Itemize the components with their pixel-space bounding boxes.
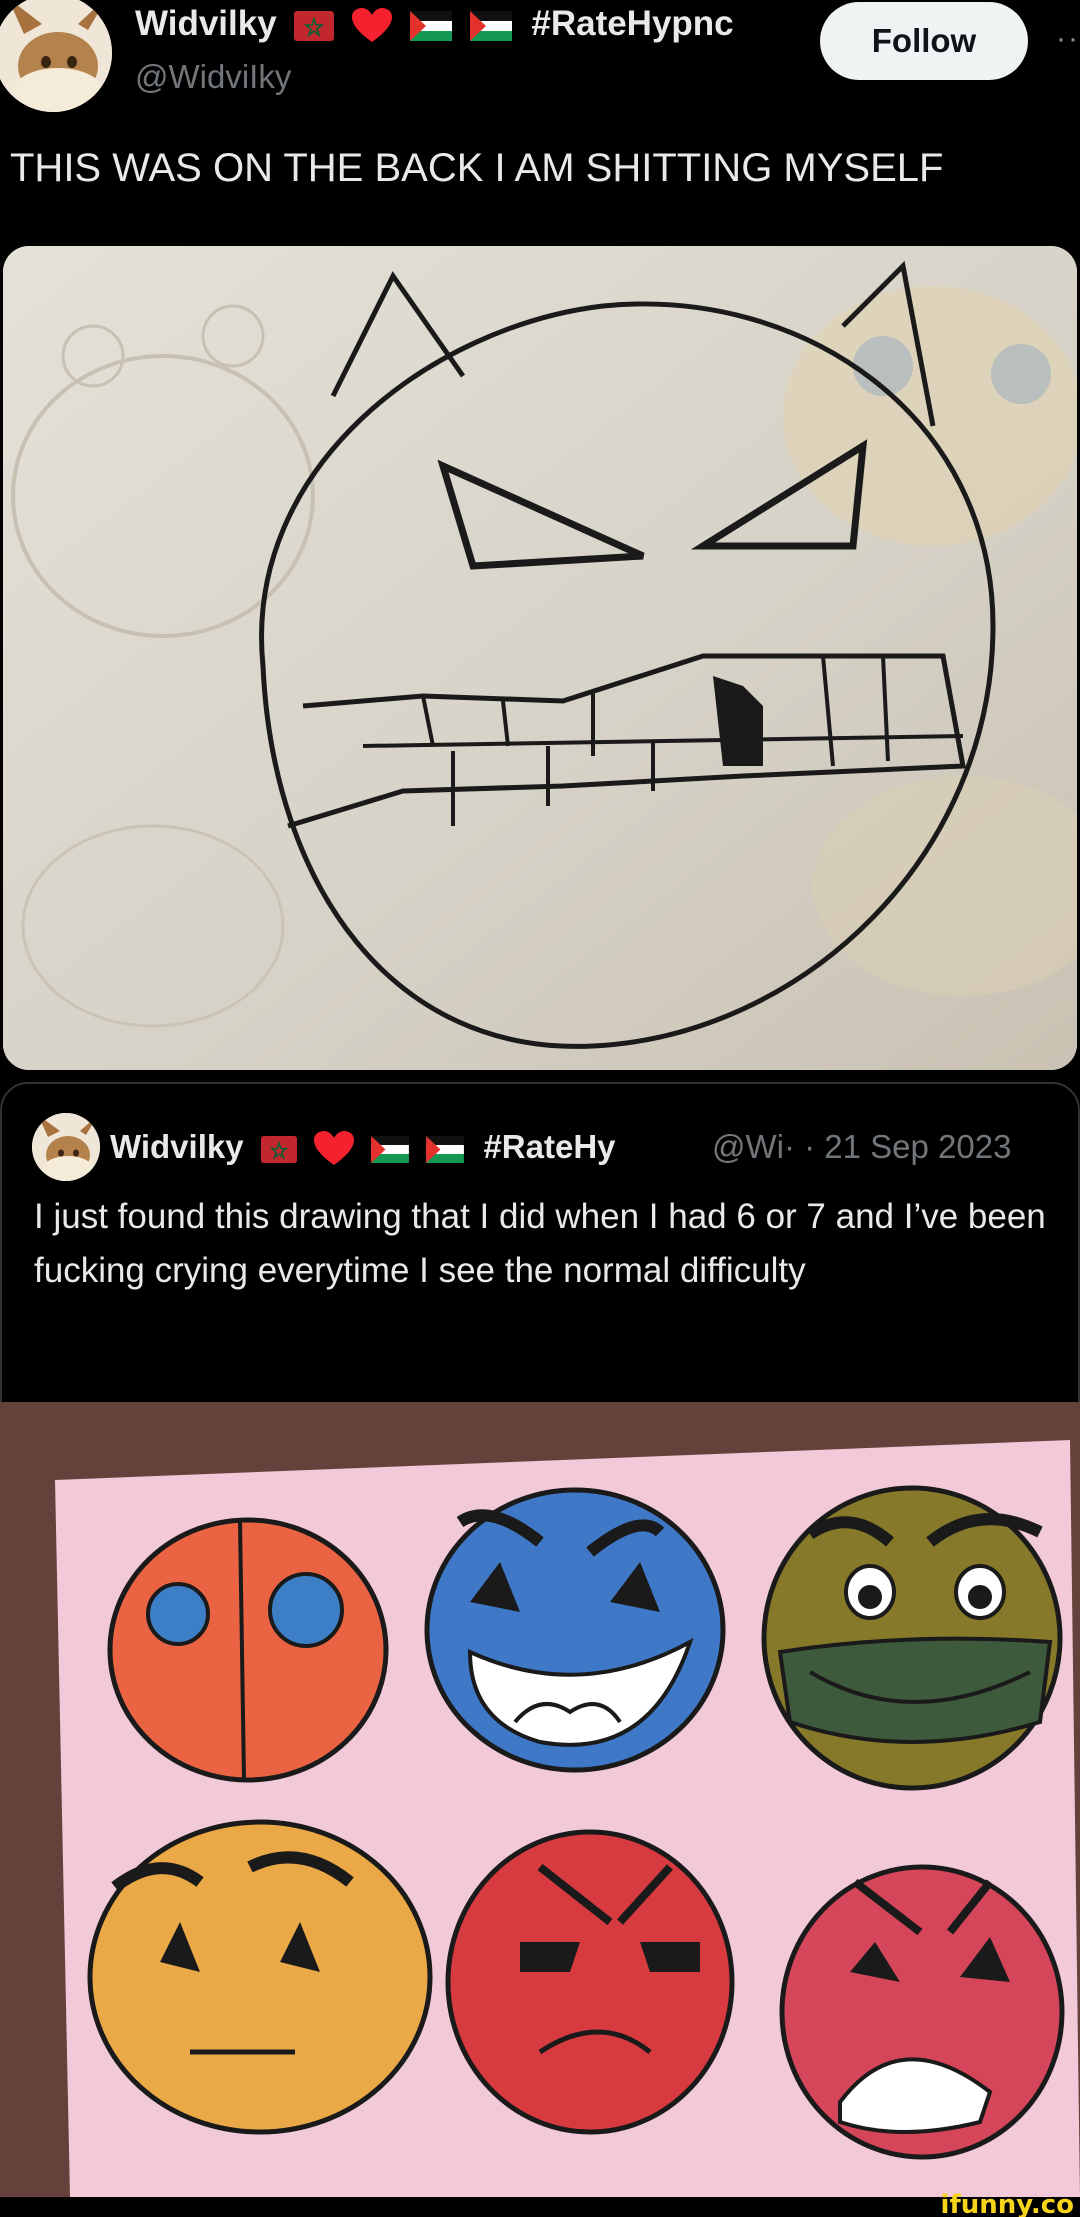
profile-avatar[interactable]	[0, 0, 112, 112]
quoted-tweet-text: I just found this drawing that I did whe…	[34, 1197, 1046, 1290]
more-options-icon[interactable]: ··	[1056, 22, 1080, 56]
red-heart-icon	[313, 1131, 354, 1166]
morocco-flag-icon	[294, 10, 335, 41]
follow-button[interactable]: Follow	[820, 2, 1028, 80]
tweet-text: THIS WAS ON THE BACK I AM SHITTING MYSEL…	[10, 146, 944, 190]
author-display-name[interactable]: Widvilky	[135, 4, 277, 43]
quoted-author-hashtag[interactable]: #RateHy	[483, 1128, 615, 1165]
ifunny-watermark: ifunny.co	[940, 2190, 1074, 2217]
palestine-flag-icon	[371, 1135, 410, 1163]
palestine-flag-icon	[426, 1135, 465, 1163]
quoted-author-display-name[interactable]: Widvilky	[110, 1128, 244, 1165]
tweet-photo-demon-drawing[interactable]	[3, 246, 1077, 1070]
palestine-flag-icon	[409, 10, 452, 41]
quoted-author-avatar[interactable]	[32, 1113, 100, 1181]
watermark-bar	[0, 2197, 1080, 2217]
author-name-line[interactable]: Widvilky #RateHypnc	[135, 0, 815, 48]
morocco-flag-icon	[260, 1135, 297, 1163]
author-hashtag[interactable]: #RateHypnc	[531, 4, 733, 43]
author-handle[interactable]: @WidviIky	[135, 58, 291, 96]
palestine-flag-icon	[469, 10, 512, 41]
quoted-handle-date[interactable]: @Wi· · 21 Sep 2023	[712, 1124, 1011, 1170]
quoted-author-name-line[interactable]: Widvilky #RateHy	[110, 1124, 616, 1170]
red-heart-icon	[352, 7, 393, 42]
quoted-photo-faces-drawing[interactable]	[0, 1402, 1080, 2197]
